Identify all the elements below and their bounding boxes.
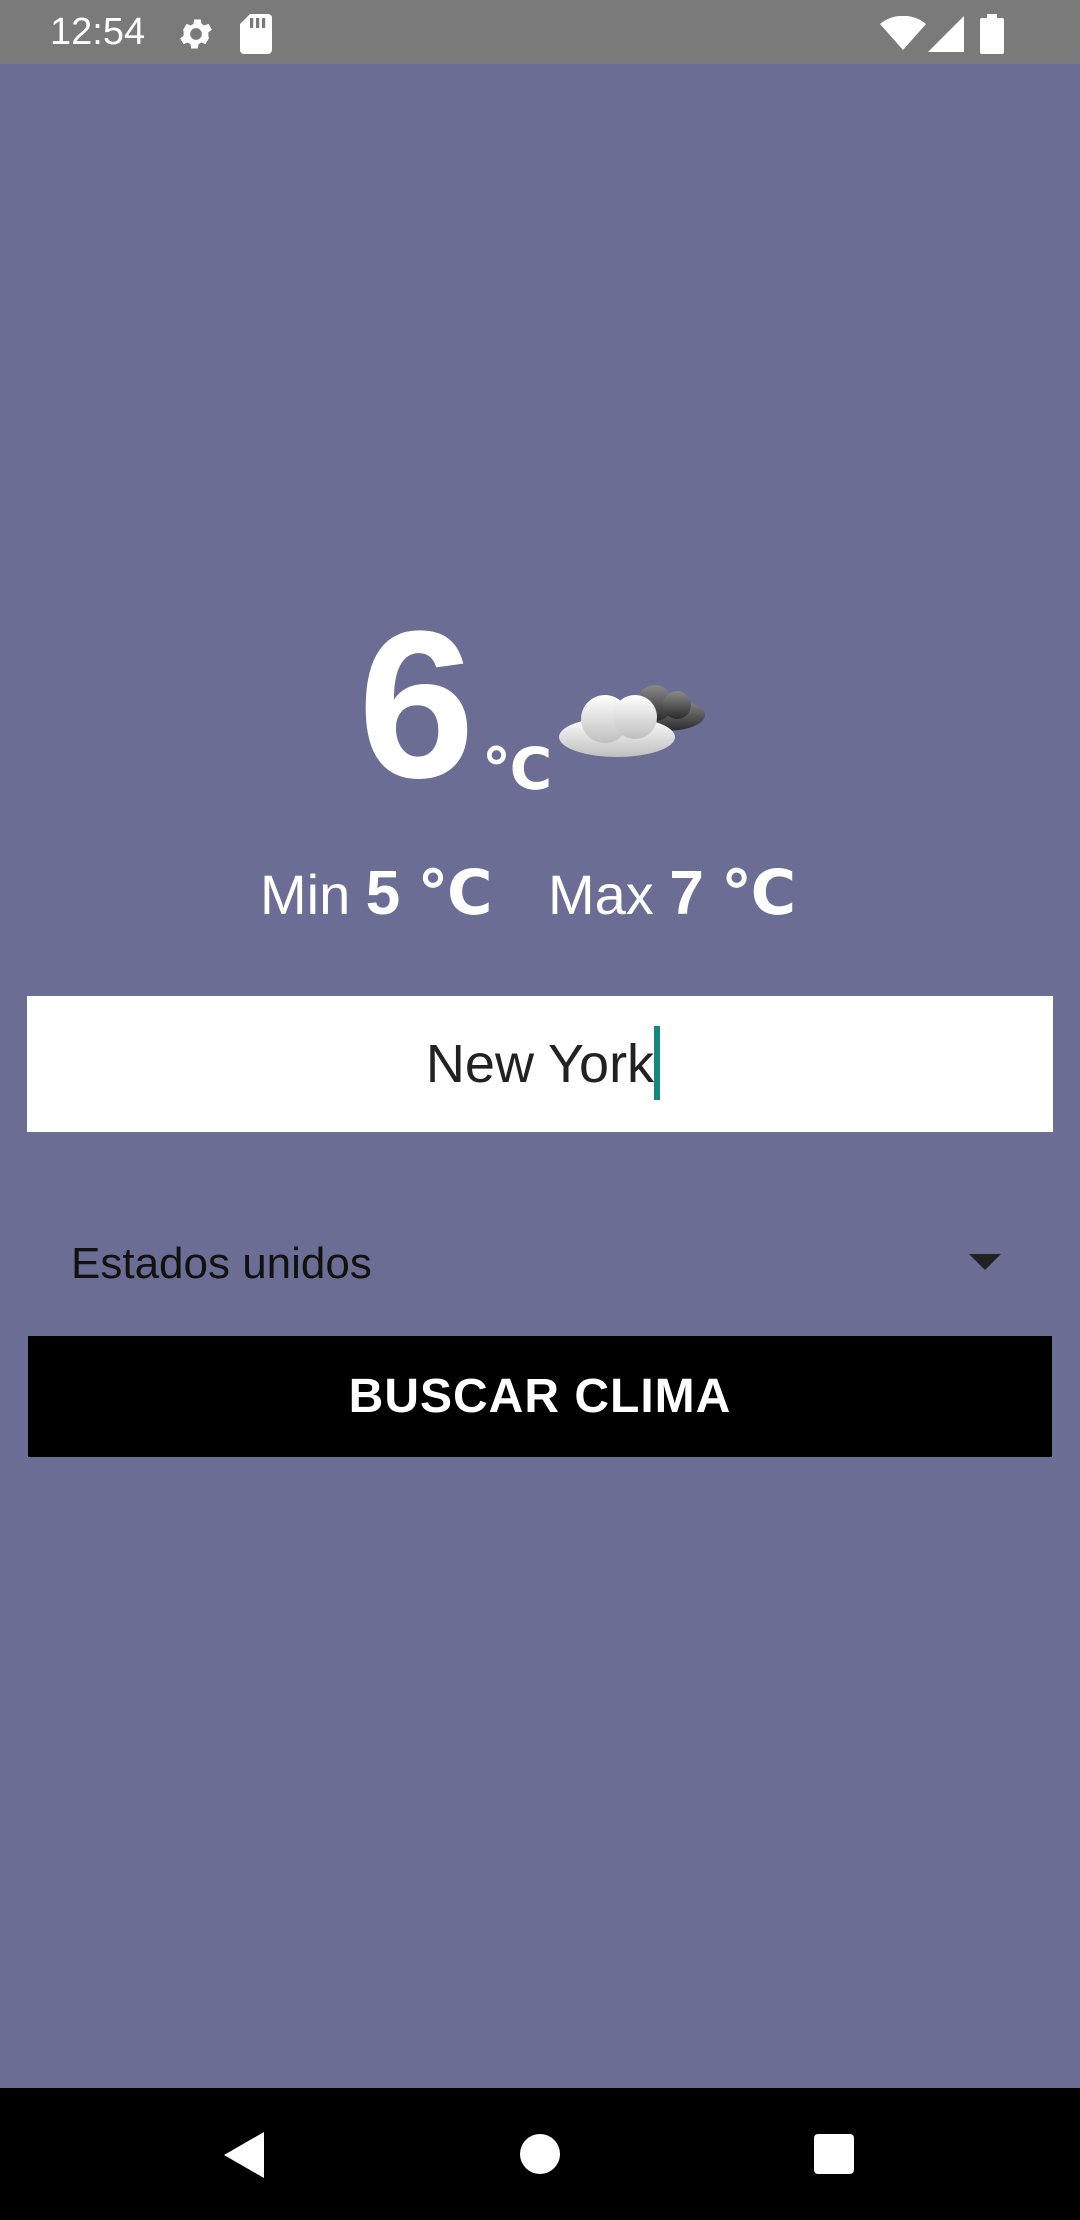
search-weather-button[interactable]: BUSCAR CLIMA xyxy=(28,1336,1052,1457)
navigation-bar xyxy=(0,2088,1080,2220)
signal-icon xyxy=(928,16,964,52)
home-icon[interactable] xyxy=(520,2134,560,2174)
status-bar: 12:54 xyxy=(0,0,1080,64)
city-input[interactable] xyxy=(27,996,1053,1132)
sd-card-icon xyxy=(240,14,272,54)
country-dropdown[interactable]: Estados unidos xyxy=(27,1220,1053,1310)
min-temperature: Min 5 ℃ xyxy=(260,862,493,927)
max-value: 7 ℃ xyxy=(669,859,797,928)
status-time: 12:54 xyxy=(50,11,146,53)
min-label: Min xyxy=(260,863,351,926)
gear-icon xyxy=(180,19,212,49)
partly-cloudy-icon xyxy=(559,685,705,757)
back-icon[interactable] xyxy=(224,2132,264,2178)
country-selected-value: Estados unidos xyxy=(71,1239,372,1288)
min-value: 5 ℃ xyxy=(365,859,493,928)
chevron-down-icon xyxy=(969,1254,1001,1270)
weather-app-screen: 12:54 6 ℃ Min 5 ℃ Max 7 ℃ New York Estad… xyxy=(0,0,1080,2220)
temperature-unit: ℃ xyxy=(482,737,553,802)
recents-icon[interactable] xyxy=(814,2134,854,2174)
battery-icon xyxy=(980,14,1004,54)
text-cursor xyxy=(654,1026,660,1100)
temperature-value: 6 xyxy=(358,587,475,822)
wifi-icon xyxy=(880,16,926,50)
max-label: Max xyxy=(548,863,654,926)
max-temperature: Max 7 ℃ xyxy=(548,862,796,927)
city-input-container xyxy=(27,996,1053,1132)
